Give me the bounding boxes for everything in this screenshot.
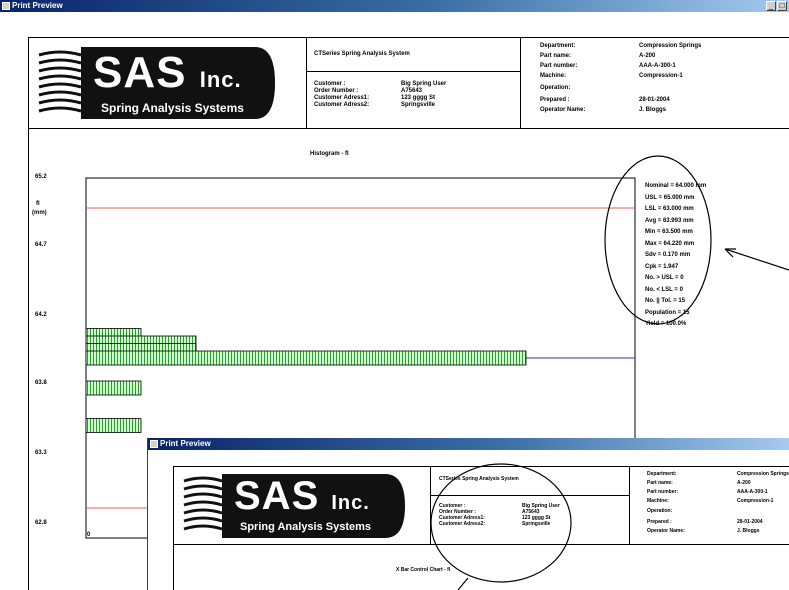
stat-line: Sdv = 0.170 mm <box>645 252 691 258</box>
chart-title: X Bar Control Chart - fl <box>396 567 451 573</box>
header-row-divider <box>430 495 629 496</box>
operator-name-value: J. Bloggs <box>737 528 760 534</box>
operator-name-label: Operator Name: <box>647 528 685 534</box>
header-divider <box>174 544 789 545</box>
machine-label: Machine: <box>647 498 669 504</box>
customer-adress2-value: Springsville <box>522 521 551 527</box>
logo-subtitle: Spring Analysis Systems <box>240 521 372 533</box>
part-name-label: Part name: <box>647 480 673 486</box>
operation-label: Operation: <box>647 508 673 514</box>
logo-sas-text: SAS <box>234 474 320 518</box>
department-label: Department: <box>647 471 677 477</box>
stat-line: Min = 63.500 mm <box>645 229 693 235</box>
stat-line: Yield = 100.0% <box>645 321 687 327</box>
report-page-2: SAS Inc. Spring Analysis Systems CTSerie… <box>173 466 789 590</box>
header-col-divider <box>430 467 431 544</box>
stat-line: Cpk = 1.947 <box>645 263 679 270</box>
stat-line: Population = 15 <box>645 309 690 316</box>
sas-logo: SAS Inc. Spring Analysis Systems <box>180 471 405 541</box>
window-titlebar[interactable]: Print Preview <box>148 438 789 450</box>
app-icon <box>150 440 158 448</box>
histogram-bar <box>85 418 142 433</box>
header-col-divider <box>629 467 630 544</box>
machine-value: Compression-1 <box>737 498 774 504</box>
part-number-label: Part number: <box>647 489 679 495</box>
stat-line: No. < LSL = 0 <box>645 286 683 293</box>
print-preview-window-2: Print Preview SAS Inc. Spring Analysis S… <box>147 438 789 590</box>
stat-line: Avg = 63.993 mm <box>645 217 694 224</box>
stat-line: No. > USL = 0 <box>645 275 684 281</box>
prepared-label: Prepared : <box>647 519 672 525</box>
part-name-value: A-200 <box>737 480 751 486</box>
window-title: Print Preview <box>160 439 211 448</box>
system-title: CTSeries Spring Analysis System <box>439 476 519 482</box>
logo-inc-text: Inc. <box>331 492 370 514</box>
stat-line: Nominal = 64.000 mm <box>645 183 707 189</box>
customer-adress2-label: Customer Adress2: <box>439 521 485 527</box>
stat-line: LSL = 63.000 mm <box>645 206 694 212</box>
part-number-value: AAA-A-300-1 <box>737 489 768 495</box>
prepared-value: 28-01-2004 <box>737 519 763 525</box>
stat-line: No. || Tol. = 15 <box>645 298 686 304</box>
stat-line: USL = 65.000 mm <box>645 194 695 201</box>
histogram-bar <box>85 350 527 366</box>
histogram-bar <box>85 380 142 396</box>
stat-line: Max = 64.220 mm <box>645 240 695 247</box>
department-value: Compression Springs <box>737 471 789 477</box>
